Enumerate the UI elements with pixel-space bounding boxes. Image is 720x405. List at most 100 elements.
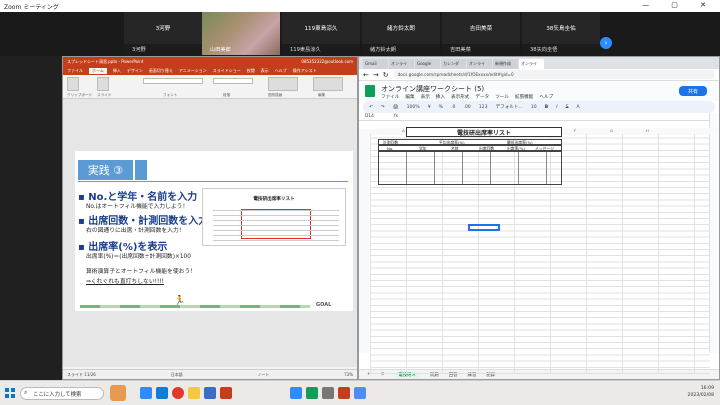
zoom-level[interactable]: 73% bbox=[344, 372, 353, 377]
sheets-menu-item[interactable]: ヘルプ bbox=[539, 94, 553, 100]
menu-animations[interactable]: アニメーション bbox=[179, 68, 207, 74]
percent-button[interactable]: % bbox=[439, 105, 443, 110]
participant-name: 3河野 bbox=[124, 44, 202, 55]
sheets-menu-item[interactable]: 拡張機能 bbox=[515, 94, 533, 100]
browser-tab[interactable]: オンライ bbox=[389, 59, 414, 69]
sheets-menu-item[interactable]: 表示形式 bbox=[451, 94, 469, 100]
menu-insert[interactable]: 挿入 bbox=[113, 68, 121, 74]
menu-assist[interactable]: 操作アシスト bbox=[293, 68, 317, 74]
participant-tile[interactable]: 緒方鈴太朗 bbox=[362, 12, 440, 44]
forward-icon[interactable]: → bbox=[373, 71, 379, 79]
shapes-gallery[interactable] bbox=[268, 77, 298, 91]
tip-line: 算術演算子とオートフィル機能を使おう！ bbox=[86, 269, 197, 275]
redo-icon[interactable]: ↷ bbox=[381, 105, 385, 110]
paste-button[interactable] bbox=[67, 77, 79, 91]
sheets-menu-item[interactable]: 編集 bbox=[405, 94, 414, 100]
decimal-decrease-button[interactable]: .0 bbox=[451, 105, 455, 110]
participant-tile[interactable]: 3河野 bbox=[124, 12, 202, 44]
tray-app-icon[interactable] bbox=[354, 387, 366, 399]
start-icon[interactable] bbox=[5, 388, 15, 398]
store-icon[interactable] bbox=[204, 387, 216, 399]
selected-cell[interactable] bbox=[468, 224, 500, 231]
menu-home[interactable]: ホーム bbox=[89, 67, 107, 74]
reload-icon[interactable]: ↻ bbox=[383, 71, 389, 79]
zoom-gallery: 3河野 119東島涼久 緒方鈴太朗 吉田美菜 38矢島圭佑 3河野 山田美郎 1… bbox=[0, 12, 720, 56]
undo-icon[interactable]: ↶ bbox=[369, 105, 373, 110]
print-icon[interactable]: 🖨 bbox=[393, 105, 399, 110]
url-input[interactable]: docs.google.com/spreadsheets/d/1fOExxxx/… bbox=[392, 70, 715, 79]
table-body[interactable] bbox=[378, 151, 562, 185]
browser-tab[interactable]: 新規作成 bbox=[493, 59, 518, 69]
sheets-menu-item[interactable]: ツール bbox=[495, 94, 509, 100]
menu-file[interactable]: ファイル bbox=[67, 68, 83, 74]
ppt-account: 085352322@outlook.com bbox=[301, 59, 353, 64]
bold-button[interactable]: B bbox=[545, 105, 549, 110]
zoom-select[interactable]: 100% bbox=[407, 105, 420, 110]
font-select[interactable]: デフォルト... bbox=[496, 104, 523, 110]
sheets-logo-icon bbox=[365, 85, 375, 97]
col-header[interactable]: F bbox=[574, 128, 576, 133]
widget-icon[interactable] bbox=[110, 385, 126, 401]
italic-button[interactable]: I bbox=[556, 105, 557, 110]
menu-review[interactable]: 校閲 bbox=[247, 68, 255, 74]
currency-button[interactable]: ¥ bbox=[428, 105, 431, 110]
format-button[interactable]: 123 bbox=[479, 105, 488, 110]
notes-button[interactable]: ノート bbox=[257, 372, 269, 378]
system-clock[interactable]: 16:09 2023/02/08 bbox=[688, 385, 714, 399]
sheet-title[interactable]: オンライン講座ワークシート (5) bbox=[381, 84, 484, 94]
back-icon[interactable]: ← bbox=[363, 71, 369, 79]
chrome-icon[interactable] bbox=[172, 387, 184, 399]
decimal-increase-button[interactable]: .00 bbox=[463, 105, 470, 110]
ppt-ribbon: クリップボード スライド フォント 段落 図形描画 編集 bbox=[63, 75, 357, 99]
window-controls[interactable]: — ▢ ✕ bbox=[642, 1, 716, 9]
browser-tab[interactable]: Google bbox=[415, 59, 440, 69]
sheets-menu-item[interactable]: ファイル bbox=[381, 94, 399, 100]
next-page-icon[interactable]: › bbox=[600, 37, 612, 49]
font-select[interactable] bbox=[143, 78, 203, 84]
tray-app-icon[interactable] bbox=[306, 387, 318, 399]
participant-tile[interactable]: 吉田美菜 bbox=[442, 12, 520, 44]
progress-track bbox=[80, 305, 310, 308]
menu-design[interactable]: デザイン bbox=[127, 68, 143, 74]
ppt-status-bar: スライド 11/26 日本語 ノート 73% bbox=[63, 369, 357, 379]
col-header[interactable]: A bbox=[402, 128, 405, 133]
tray-app-icon[interactable] bbox=[322, 387, 334, 399]
taskbar-search[interactable]: ⌕ ここに入力して検索 bbox=[20, 387, 104, 400]
paragraph-controls[interactable] bbox=[213, 78, 253, 84]
explorer-icon[interactable] bbox=[188, 387, 200, 399]
cell-reference[interactable]: D14 bbox=[365, 114, 374, 119]
zoom-title-bar: Zoom ミーティング — ▢ ✕ bbox=[0, 0, 720, 12]
menu-transitions[interactable]: 画面切り替え bbox=[149, 68, 173, 74]
text-color-button[interactable]: A bbox=[577, 105, 580, 110]
sheets-menu-item[interactable]: 表示 bbox=[421, 94, 430, 100]
browser-tab-active[interactable]: オンライ bbox=[519, 59, 544, 69]
powerpoint-icon[interactable] bbox=[220, 387, 232, 399]
tray-app-icon[interactable] bbox=[290, 387, 302, 399]
edge-icon[interactable] bbox=[156, 387, 168, 399]
menu-view[interactable]: 表示 bbox=[261, 68, 269, 74]
ppt-title-bar: スプレッドシート演習.pptx - PowerPoint 085352322@o… bbox=[63, 57, 357, 66]
tray-app-icon[interactable] bbox=[338, 387, 350, 399]
share-button[interactable]: 共有 bbox=[679, 86, 707, 96]
menu-slideshow[interactable]: スライドショー bbox=[213, 68, 241, 74]
bullet-sub: 右の図通りに出席・計測回数を入力！ bbox=[86, 228, 185, 234]
ribbon-group-label: 段落 bbox=[223, 93, 231, 97]
col-header[interactable]: H bbox=[646, 128, 649, 133]
menu-help[interactable]: ヘルプ bbox=[275, 68, 287, 74]
participant-name: 緒方鈴太朗 bbox=[362, 44, 440, 55]
zoom-app-icon[interactable] bbox=[140, 387, 152, 399]
font-size-select[interactable]: 10 bbox=[531, 105, 537, 110]
new-slide-button[interactable] bbox=[97, 77, 109, 91]
col-header[interactable]: G bbox=[610, 128, 613, 133]
participant-tile[interactable]: 119東島涼久 bbox=[282, 12, 360, 44]
clock-date: 2023/02/08 bbox=[687, 393, 714, 398]
sheets-menu-item[interactable]: 挿入 bbox=[436, 94, 445, 100]
participant-tile[interactable]: 38矢島圭佑 bbox=[522, 12, 600, 44]
browser-tab[interactable]: オンライ bbox=[467, 59, 492, 69]
browser-tab[interactable]: Gmail bbox=[363, 59, 388, 69]
sheets-menu-item[interactable]: データ bbox=[475, 94, 489, 100]
browser-tab[interactable]: カレンダ bbox=[441, 59, 466, 69]
strike-button[interactable]: S bbox=[566, 105, 569, 110]
sheet-table-title[interactable]: 電技研出席率リスト bbox=[406, 127, 562, 137]
edit-group[interactable] bbox=[313, 77, 343, 91]
